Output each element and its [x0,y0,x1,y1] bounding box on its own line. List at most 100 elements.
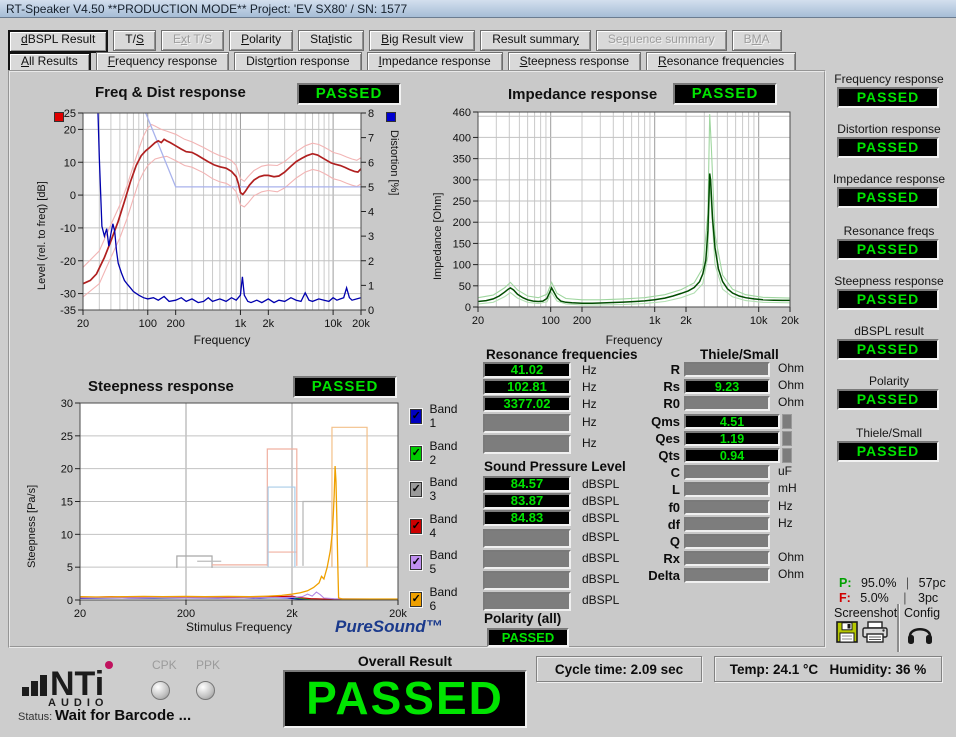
band-checkbox-icon[interactable]: ✓ [410,409,422,424]
svg-text:1: 1 [368,280,374,292]
sidebar-label-frequency-response: Frequency response [828,72,950,86]
spl-value-4 [483,529,571,548]
svg-text:2k: 2k [263,318,275,330]
window-title: RT-Speaker V4.50 **PRODUCTION MODE** Pro… [6,2,407,16]
ts-value-df [684,517,770,532]
ts-label-r: R [616,362,680,377]
ts-value-qms: 4.51 [684,414,780,429]
svg-text:350: 350 [453,154,471,166]
tab-big-result-view[interactable]: Big Result view [369,30,475,51]
svg-text:20: 20 [74,608,86,620]
ts-unit-l: mH [778,481,797,495]
spl-unit: dBSPL [582,593,619,607]
svg-text:-20: -20 [60,256,76,268]
tab-result-summary[interactable]: Result summary [480,30,591,51]
svg-text:20: 20 [472,315,484,327]
nti-logo-bar [31,681,38,696]
svg-text:15: 15 [61,497,73,509]
nti-logo-bar [22,687,29,696]
config-headphones-icon[interactable] [906,620,934,646]
ts-value-qts: 0.94 [684,448,780,463]
impedance-chart[interactable]: 460400350300250200150100500201002001k2k1… [452,105,802,337]
ts-unit-c: uF [778,464,792,478]
resonance-unit: Hz [582,363,597,377]
svg-text:25: 25 [64,108,76,120]
ts-value-q [684,534,770,549]
ts-label-df: df [616,517,680,532]
svg-text:-30: -30 [60,289,76,301]
pass-stat-line: P: 95.0% | 57pc [839,576,946,590]
svg-text:0: 0 [465,302,471,314]
svg-text:7: 7 [368,133,374,145]
sidebar-badge-steepness-response: PASSED [837,289,939,310]
band-checkbox-icon[interactable]: ✓ [410,555,422,570]
impedance-y-axis-label: Impedance [Ohm] [432,150,444,280]
ts-unit-delta: Ohm [778,567,804,581]
sidebar-badge-resonance-freqs: PASSED [837,239,939,260]
svg-text:-10: -10 [60,223,76,235]
ts-unit-r: Ohm [778,361,804,375]
legend-item-band-5: ✓Band 5 [410,548,460,576]
fail-stat-label: F: [839,591,851,605]
ts-label-delta: Delta [616,568,680,583]
resonance-value-2: 102.81 [483,379,571,395]
svg-text:20k: 20k [352,318,370,330]
steepness-chart[interactable]: 302520151050202002k20k [44,395,408,625]
svg-text:200: 200 [573,315,591,327]
ts-label-l: L [616,482,680,497]
humidity-value: 36 % [895,662,926,677]
sidebar-badge-thiele-small: PASSED [837,441,939,462]
tab-t-s[interactable]: T/S [113,30,156,51]
spl-unit: dBSPL [582,530,619,544]
freq-dist-chart-title: Freq & Dist response [95,84,246,101]
tab-dbspl-result[interactable]: dBSPL Result [8,30,108,53]
band-checkbox-icon[interactable]: ✓ [410,592,422,607]
ts-value-rs: 9.23 [684,379,770,394]
pass-stat-sep: | [906,576,909,590]
resonance-unit: Hz [582,380,597,394]
band-checkbox-icon[interactable]: ✓ [410,519,422,534]
ppk-button[interactable] [196,681,215,700]
spl-value-2: 83.87 [483,493,571,509]
svg-text:25: 25 [61,431,73,443]
svg-text:5: 5 [368,182,374,194]
overall-result-label: Overall Result [300,653,510,669]
temp-value: 24.1 °C [773,662,818,677]
svg-text:200: 200 [453,217,471,229]
ts-value-delta [684,568,770,583]
distortion-axis-marker-icon [386,112,396,122]
tab-statistic[interactable]: Statistic [298,30,364,51]
impedance-chart-title: Impedance response [508,86,657,103]
band-label: Band 3 [429,475,460,503]
tab-bma: BMA [732,30,782,51]
sidebar-divider [897,604,900,652]
tab-sequence-summary: Sequence summary [596,30,727,51]
pass-stat-count: 57pc [919,576,946,590]
humidity-label: Humidity: [829,662,891,677]
svg-text:20: 20 [61,464,73,476]
nti-logo-dot [105,661,113,669]
window-title-bar[interactable]: RT-Speaker V4.50 **PRODUCTION MODE** Pro… [0,0,956,18]
band-checkbox-icon[interactable]: ✓ [410,482,422,497]
ts-unit-rx: Ohm [778,550,804,564]
fail-stat-pct: 5.0% [860,591,889,605]
freq-dist-chart[interactable]: 2520100-10-20-30-35876543210201002001k2k… [60,105,382,337]
freq-dist-result-badge: PASSED [297,83,401,105]
save-screenshot-icon[interactable] [836,621,858,643]
tab-ext-t-s: Ext T/S [161,30,224,51]
ts-label-c: C [616,465,680,480]
ts-label-qts: Qts [616,448,680,463]
print-screenshot-icon[interactable] [861,621,889,644]
svg-text:1k: 1k [235,318,247,330]
band-label: Band 6 [429,585,460,613]
cpk-button[interactable] [151,681,170,700]
svg-text:10k: 10k [324,318,342,330]
sidebar-label-dbspl-result: dBSPL result [828,324,950,338]
svg-text:300: 300 [453,175,471,187]
tab-polarity[interactable]: Polarity [229,30,293,51]
resonance-unit: Hz [582,436,597,450]
svg-text:100: 100 [453,260,471,272]
band-checkbox-icon[interactable]: ✓ [410,446,422,461]
resonance-value-4 [483,414,571,433]
overall-result-badge: PASSED [283,670,527,728]
